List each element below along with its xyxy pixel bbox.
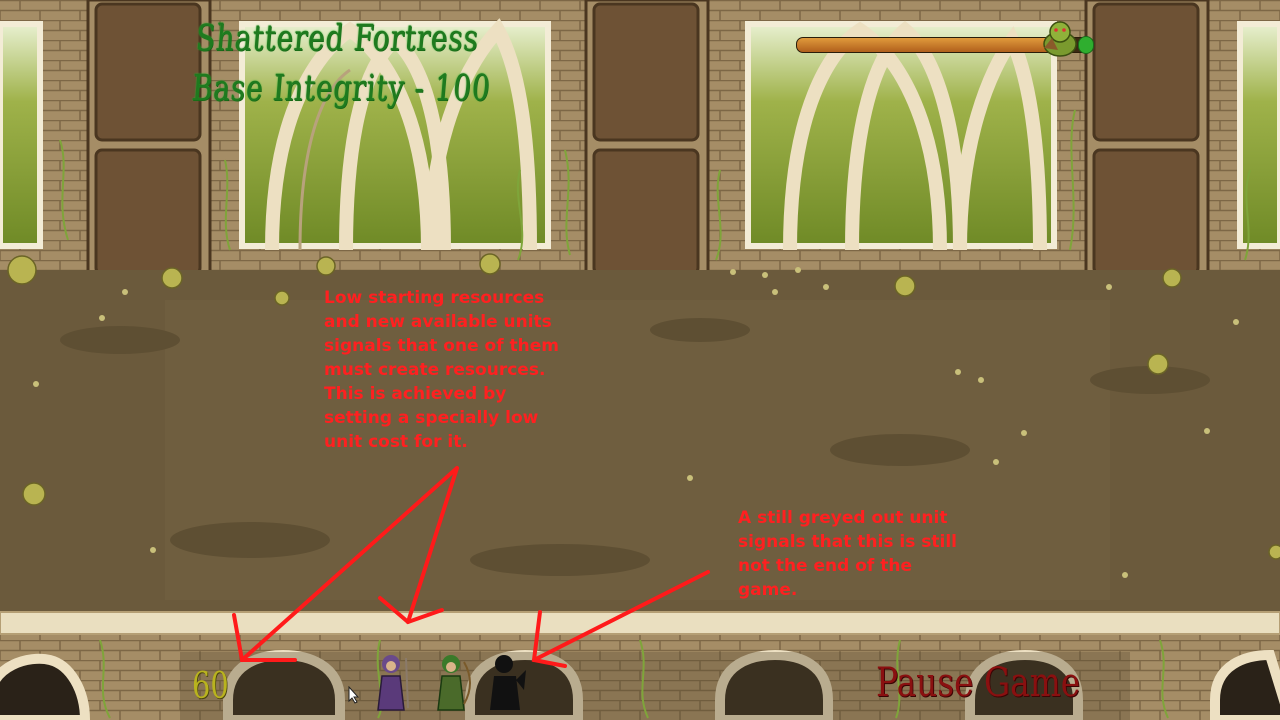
resources-annotation: Low starting resources and new available… [324,288,559,452]
battlefield-ground [0,253,1280,615]
locked-unit-silhouette [490,655,526,710]
orc-enemy-icon [1043,21,1077,57]
level-title: Shattered Fortress [194,18,481,59]
hud-status: Shattered Fortress Base Integrity - 100 [190,14,497,114]
green-archer-unit[interactable] [428,650,474,712]
base-integrity: Base Integrity - 100 [190,68,493,109]
greyed-unit-annotation: A still greyed out unit signals that thi… [738,508,957,600]
mouse-cursor-icon [348,686,360,704]
pause-game-button[interactable]: Pause Game [876,660,1080,706]
resource-counter: 60 [192,666,229,707]
purple-mage-unit[interactable] [368,650,414,712]
enemy-health-fill [797,38,1053,52]
